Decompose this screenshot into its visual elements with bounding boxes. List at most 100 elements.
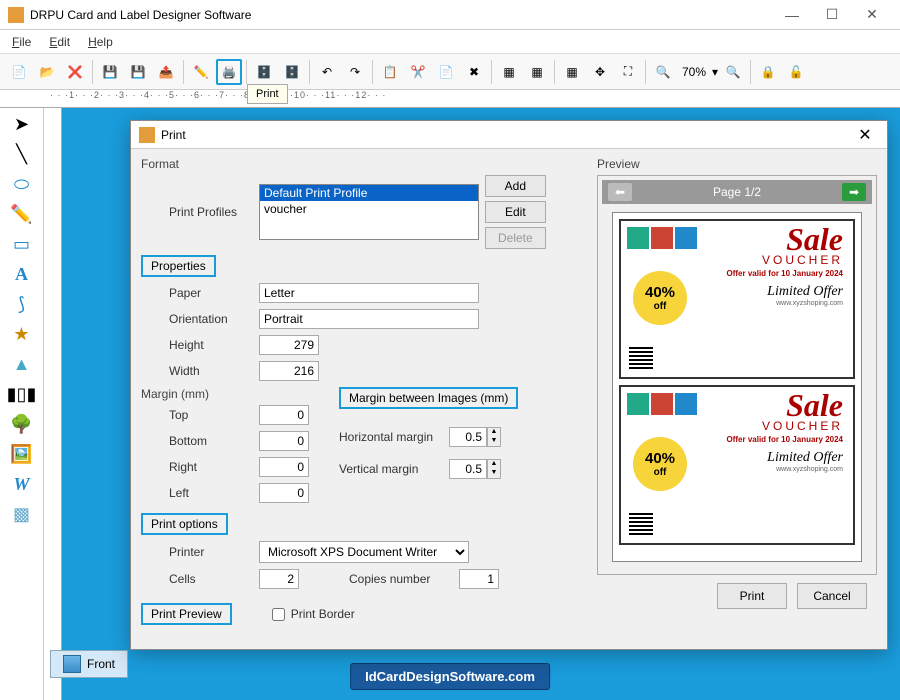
height-input[interactable] <box>259 335 319 355</box>
properties-label: Properties <box>141 255 216 277</box>
width-input[interactable] <box>259 361 319 381</box>
margin-between-label: Margin between Images (mm) <box>339 387 518 409</box>
hmargin-input[interactable] <box>449 427 487 447</box>
zoom-in-icon[interactable]: 🔍 <box>650 59 676 85</box>
profile-item-voucher[interactable]: voucher <box>260 201 478 217</box>
close-button[interactable]: ✕ <box>852 1 892 29</box>
move-icon[interactable]: ✥ <box>587 59 613 85</box>
menubar: File Edit Help <box>0 30 900 54</box>
printer-label: Printer <box>169 545 259 559</box>
preview-page-label: Page 1/2 <box>713 185 761 199</box>
star-tool-icon[interactable]: ★ <box>10 322 34 346</box>
arc-tool-icon[interactable]: ⟆ <box>10 292 34 316</box>
copy-icon[interactable]: 📋 <box>377 59 403 85</box>
app-icon <box>8 7 24 23</box>
barcode-tool-icon[interactable]: ▮▯▮ <box>10 382 34 406</box>
print-dialog: Print ✕ Format Print Profiles Default Pr… <box>130 120 888 650</box>
export-icon[interactable]: 📤 <box>153 59 179 85</box>
cut-icon[interactable]: ✂️ <box>405 59 431 85</box>
print-button[interactable]: Print <box>717 583 787 609</box>
preview-next-button[interactable]: ➡ <box>842 183 866 201</box>
db-export-icon[interactable]: 🗄️ <box>279 59 305 85</box>
profiles-label: Print Profiles <box>169 205 259 219</box>
rect-tool-icon[interactable]: ▭ <box>10 232 34 256</box>
menu-help[interactable]: Help <box>88 35 113 49</box>
delete-button: Delete <box>485 227 546 249</box>
image-tool-icon[interactable]: 🌳 <box>10 412 34 436</box>
grid-icon[interactable]: ▦ <box>559 59 585 85</box>
paper-label: Paper <box>169 286 259 300</box>
cells-input[interactable] <box>259 569 299 589</box>
preview-page: Sale VOUCHER 40%off Offer valid for 10 J… <box>612 212 862 562</box>
edit-icon[interactable]: ✏️ <box>188 59 214 85</box>
pencil-tool-icon[interactable]: ✏️ <box>10 202 34 226</box>
db-connect-icon[interactable]: 🗄️ <box>251 59 277 85</box>
print-border-checkbox[interactable]: Print Border <box>272 607 362 621</box>
left-input[interactable] <box>259 483 309 503</box>
bottom-input[interactable] <box>259 431 309 451</box>
redo-icon[interactable]: ↷ <box>342 59 368 85</box>
dialog-close-button[interactable]: ✕ <box>851 125 879 145</box>
print-tooltip: Print <box>247 84 288 104</box>
hmargin-label: Horizontal margin <box>339 430 449 444</box>
text-tool-icon[interactable]: A <box>10 262 34 286</box>
new-icon[interactable]: 📄 <box>6 59 32 85</box>
vmargin-spinner[interactable]: ▲▼ <box>449 459 501 479</box>
copies-input[interactable] <box>459 569 499 589</box>
preview-label: Preview <box>597 157 877 171</box>
print-icon[interactable]: 🖨️ <box>216 59 242 85</box>
profiles-listbox[interactable]: Default Print Profile voucher <box>259 184 479 240</box>
undo-icon[interactable]: ↶ <box>314 59 340 85</box>
saveas-icon[interactable]: 💾 <box>125 59 151 85</box>
hmargin-spinner[interactable]: ▲▼ <box>449 427 501 447</box>
vmargin-label: Vertical margin <box>339 462 449 476</box>
tool-panel: ➤ ╲ ⬭ ✏️ ▭ A ⟆ ★ ▲ ▮▯▮ 🌳 🖼️ W ▩ <box>0 108 44 700</box>
dialog-title: Print <box>161 128 851 142</box>
line-tool-icon[interactable]: ╲ <box>10 142 34 166</box>
add-button[interactable]: Add <box>485 175 546 197</box>
unlock-icon[interactable]: 🔓 <box>783 59 809 85</box>
vmargin-input[interactable] <box>449 459 487 479</box>
orientation-input[interactable] <box>259 309 479 329</box>
top-input[interactable] <box>259 405 309 425</box>
minimize-button[interactable]: — <box>772 1 812 29</box>
paste-icon[interactable]: 📄 <box>433 59 459 85</box>
zoom-level[interactable]: 70% <box>682 65 706 79</box>
watermark: IdCardDesignSoftware.com <box>350 663 550 690</box>
lock-icon[interactable]: 🔒 <box>755 59 781 85</box>
library-tool-icon[interactable]: 🖼️ <box>10 442 34 466</box>
preview-box: ⬅ Page 1/2 ➡ Sale VOUCHER 40%off Offer v… <box>597 175 877 575</box>
cancel-button[interactable]: Cancel <box>797 583 867 609</box>
open-icon[interactable]: 📂 <box>34 59 60 85</box>
triangle-tool-icon[interactable]: ▲ <box>10 352 34 376</box>
qr-icon <box>629 513 653 537</box>
printer-select[interactable]: Microsoft XPS Document Writer <box>259 541 469 563</box>
preview-prev-button[interactable]: ⬅ <box>608 183 632 201</box>
copies-label: Copies number <box>349 572 459 586</box>
zoom-out-icon[interactable]: 🔍 <box>720 59 746 85</box>
left-label: Left <box>169 486 259 500</box>
menu-file[interactable]: File <box>12 35 31 49</box>
select-tool-icon[interactable]: ➤ <box>10 112 34 136</box>
remove-icon[interactable]: ✖ <box>461 59 487 85</box>
align2-icon[interactable]: ▦ <box>524 59 550 85</box>
document-tab-front[interactable]: Front <box>50 650 128 678</box>
resize-icon[interactable]: ⛶ <box>615 59 641 85</box>
align-icon[interactable]: ▦ <box>496 59 522 85</box>
zoom-dropdown-icon[interactable]: ▾ <box>712 65 718 79</box>
maximize-button[interactable]: ☐ <box>812 1 852 29</box>
wordart-tool-icon[interactable]: W <box>10 472 34 496</box>
edit-button[interactable]: Edit <box>485 201 546 223</box>
tab-icon <box>63 655 81 673</box>
ellipse-tool-icon[interactable]: ⬭ <box>10 172 34 196</box>
menu-edit[interactable]: Edit <box>49 35 70 49</box>
right-input[interactable] <box>259 457 309 477</box>
paper-input[interactable] <box>259 283 479 303</box>
pattern-tool-icon[interactable]: ▩ <box>10 502 34 526</box>
tab-label: Front <box>87 657 115 671</box>
delete-icon[interactable]: ❌ <box>62 59 88 85</box>
vertical-ruler <box>44 108 62 700</box>
print-preview-button[interactable]: Print Preview <box>141 603 232 625</box>
profile-item-default[interactable]: Default Print Profile <box>260 185 478 201</box>
save-icon[interactable]: 💾 <box>97 59 123 85</box>
